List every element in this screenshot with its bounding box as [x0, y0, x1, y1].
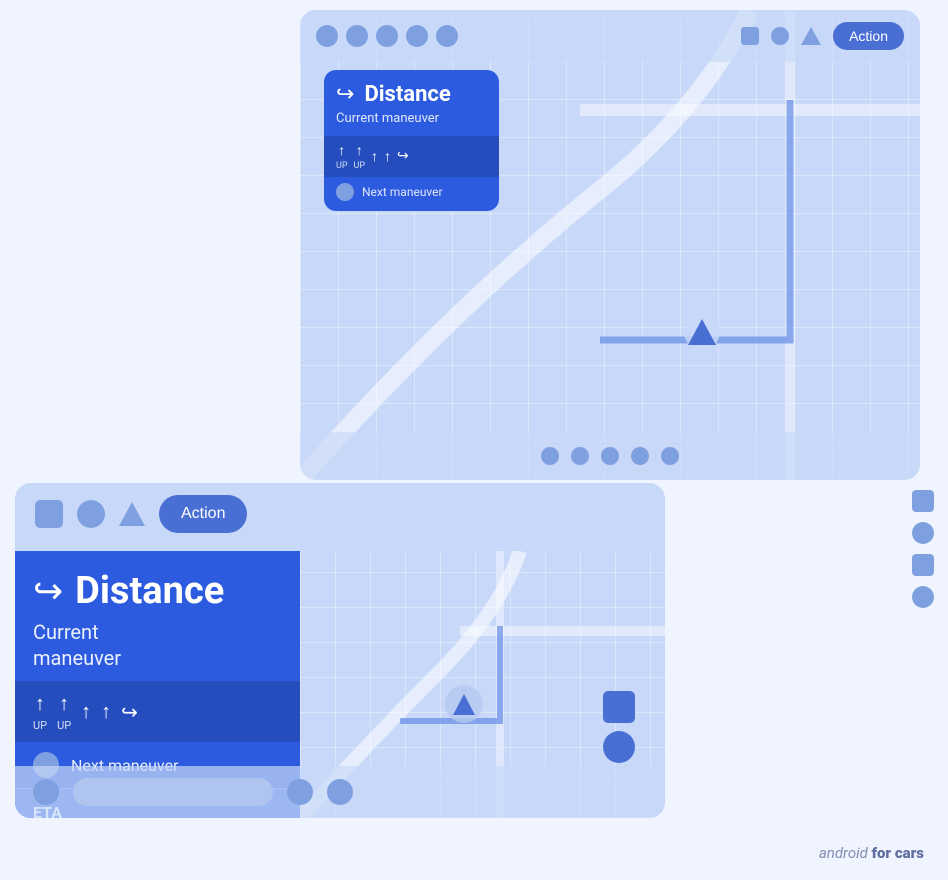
lane-item-2: ↑ UP [354, 142, 366, 171]
triangle-icon-small [119, 502, 145, 526]
location-marker-large [684, 314, 720, 350]
lane-lg-1: ↑ UP [33, 691, 47, 732]
dot-icon-2 [346, 25, 368, 47]
watermark-text: android [819, 844, 872, 862]
lanes-row-large: ↑ UP ↑ UP ↑ ↑ ↪ [15, 681, 300, 742]
lane-lg-2: ↑ UP [57, 691, 71, 732]
bottombar-large [300, 432, 920, 480]
marker-circle-small [445, 685, 483, 723]
bottom-dot-sm-3 [327, 779, 353, 805]
next-maneuver-text-small: Next maneuver [362, 185, 443, 199]
bottom-dot-1-large [541, 447, 559, 465]
distance-text-large: Distance [75, 569, 224, 613]
turn-icon-large: ↪ [33, 570, 63, 612]
lane-arrow-5: ↪ [397, 148, 409, 164]
lane-item-5: ↪ [397, 148, 409, 164]
lane-label-1: UP [336, 161, 348, 171]
lanes-row-small: ↑ UP ↑ UP ↑ ↑ ↪ [324, 136, 499, 177]
bottom-dot-4-large [631, 447, 649, 465]
maneuver-small: Current maneuver [324, 111, 499, 136]
bottom-pill [73, 778, 273, 806]
lane-lg-arrow-5: ↪ [121, 700, 138, 724]
side-sq-icon-1 [912, 490, 934, 512]
lane-lg-label-1: UP [33, 719, 47, 732]
bottom-dot-3-large [601, 447, 619, 465]
distance-text-small: Distance [364, 82, 450, 107]
topbar-right-large: Action [741, 22, 904, 50]
lane-lg-arrow-4: ↑ [101, 699, 111, 724]
turn-icon-small: ↪ [336, 82, 354, 107]
lane-arrow-3: ↑ [371, 148, 378, 165]
lane-item-3: ↑ [371, 148, 378, 165]
lane-item-4: ↑ [384, 148, 391, 165]
action-button-large[interactable]: Action [833, 22, 904, 50]
lane-lg-arrow-3: ↑ [81, 699, 91, 724]
map-background-small: Action ↪ Distance Current maneuver ↑ UP … [15, 483, 665, 818]
distance-row-large: ↪ Distance [15, 551, 300, 619]
lane-lg-3: ↑ [81, 699, 91, 724]
small-card: Action ↪ Distance Current maneuver ↑ UP … [15, 483, 665, 818]
lane-lg-arrow-2: ↑ [59, 691, 69, 716]
nav-card-small: ↪ Distance Current maneuver ↑ UP ↑ UP ↑ … [324, 70, 499, 211]
bottom-dot-2-large [571, 447, 589, 465]
dot-icon-1 [316, 25, 338, 47]
next-maneuver-row-small: Next maneuver [324, 177, 499, 211]
lane-lg-label-2: UP [57, 719, 71, 732]
bottom-dot-sm-2 [287, 779, 313, 805]
lane-arrow-2: ↑ [356, 142, 363, 159]
square-icon-small [35, 500, 63, 528]
bottom-dot-sm-1 [33, 779, 59, 805]
watermark: android for cars [819, 844, 924, 862]
topbar-small: Action [15, 483, 665, 545]
marker-triangle-small [453, 694, 475, 715]
lane-arrow-4: ↑ [384, 148, 391, 165]
lane-lg-arrow-1: ↑ [35, 691, 45, 716]
marker-triangle-large [688, 319, 716, 345]
lane-lg-5: ↪ [121, 700, 138, 724]
large-card: Action ↪ Distance Current maneuver ↑ UP … [300, 10, 920, 480]
map-circle-icon-1 [603, 731, 635, 763]
dot-icon-3 [376, 25, 398, 47]
topbar-dots-large [316, 25, 458, 47]
action-button-small[interactable]: Action [159, 495, 247, 533]
topbar-large: Action [300, 10, 920, 62]
circle-icon-small [77, 500, 105, 528]
location-marker-small [445, 685, 483, 723]
maneuver-large: Current maneuver [15, 619, 300, 681]
lane-lg-4: ↑ [101, 699, 111, 724]
side-sq-icon-2 [912, 554, 934, 576]
map-sq-icon-1 [603, 691, 635, 723]
marker-circle-large [684, 314, 720, 350]
next-dot-small [336, 183, 354, 201]
lane-item-1: ↑ UP [336, 142, 348, 171]
side-dot-icon-1 [912, 522, 934, 544]
lane-arrow-1: ↑ [338, 142, 345, 159]
side-icons [912, 490, 934, 608]
circle-icon-large [771, 27, 789, 45]
lane-label-2: UP [354, 161, 366, 171]
square-icon-large [741, 27, 759, 45]
side-dot-icon-2 [912, 586, 934, 608]
distance-row-small: ↪ Distance [324, 70, 499, 111]
bottom-dot-5-large [661, 447, 679, 465]
watermark-bold: for cars [872, 844, 924, 862]
dot-icon-5 [436, 25, 458, 47]
dot-icon-4 [406, 25, 428, 47]
map-background-large: Action ↪ Distance Current maneuver ↑ UP … [300, 10, 920, 480]
triangle-icon-large [801, 27, 821, 45]
bottombar-small [15, 766, 665, 818]
